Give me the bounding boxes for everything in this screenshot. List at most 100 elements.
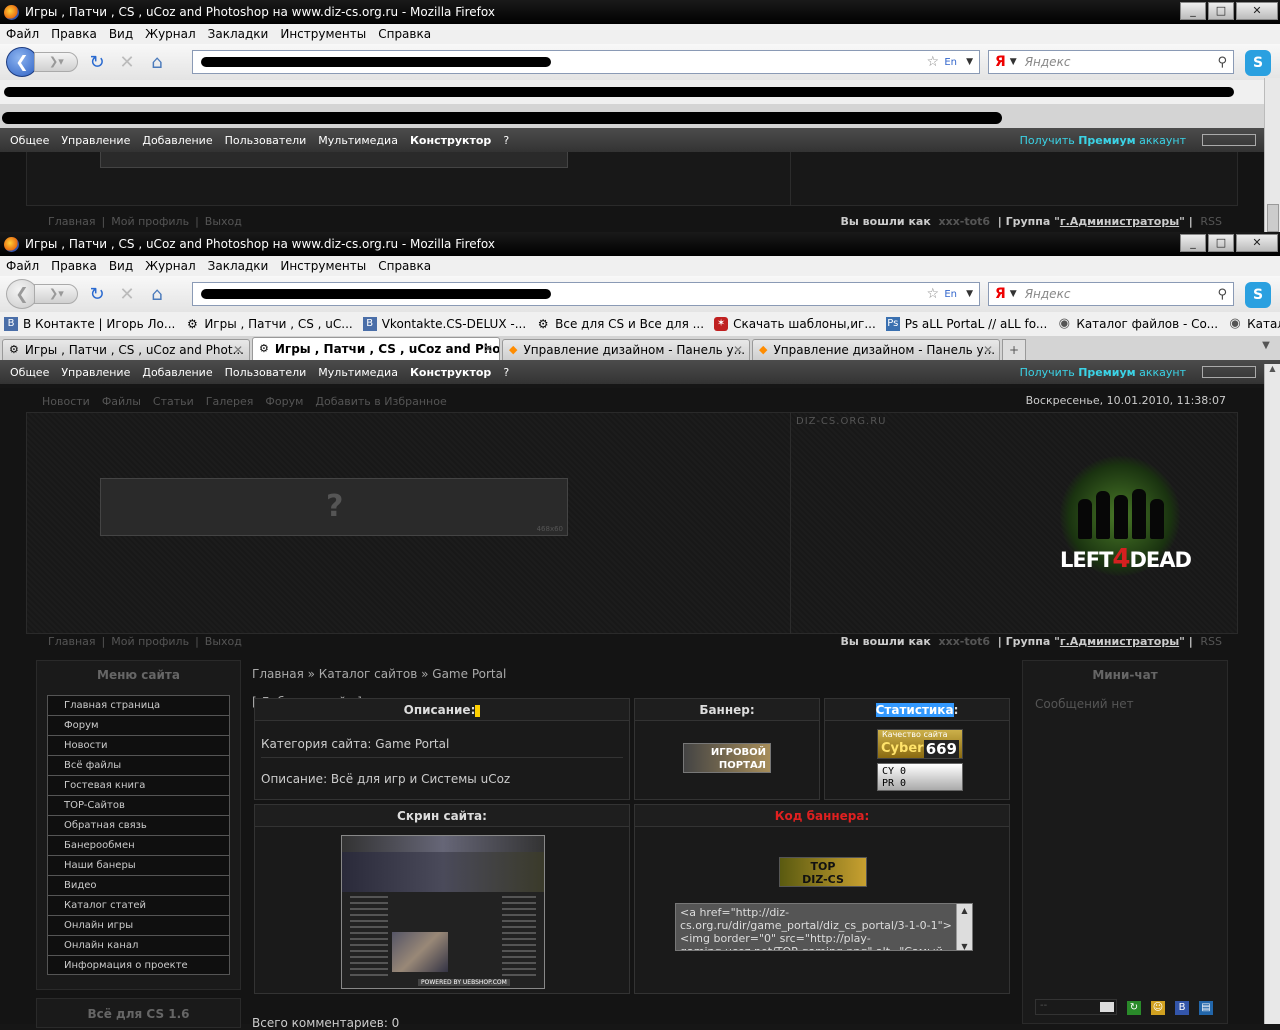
refresh-icon[interactable]: ↻ — [1127, 1001, 1141, 1015]
minimize-button[interactable]: _ — [1180, 2, 1206, 20]
admin-slider[interactable] — [1202, 366, 1256, 378]
search-engine-dropdown-icon[interactable]: ▼ — [1010, 57, 1017, 67]
search-box[interactable]: Я ▼ Яндекс ⚲ — [988, 50, 1234, 74]
banner-code-textarea[interactable]: <a href="http://diz-cs.org.ru/dir/game_p… — [675, 903, 973, 951]
minichat-select[interactable]: -- — [1035, 999, 1117, 1015]
menu-bookmarks[interactable]: Закладки — [208, 27, 269, 41]
bookmark-item[interactable]: ⚙ Игры , Патчи , CS , uC... — [185, 317, 353, 331]
skype-icon[interactable]: S — [1245, 50, 1271, 76]
menu-item[interactable]: Всё файлы — [47, 755, 230, 775]
premium-link[interactable]: Получить Премиум аккаунт — [1020, 366, 1186, 379]
menu-item[interactable]: Гостевая книга — [47, 775, 230, 795]
tab-close-icon[interactable]: ✕ — [483, 342, 493, 356]
tab-close-icon[interactable]: ✕ — [983, 343, 993, 357]
textarea-scrollbar[interactable]: ▲ ▼ — [956, 904, 972, 950]
nav-forum[interactable]: Форум — [265, 395, 303, 408]
archive-icon[interactable]: ▤ — [1199, 1001, 1213, 1015]
bookmark-item[interactable]: Ps Ps aLL PortaL // aLL fo... — [885, 317, 1047, 331]
menu-item[interactable]: Форум — [47, 715, 230, 735]
close-button[interactable]: ✕ — [1236, 234, 1278, 252]
breadcrumb[interactable]: Главная » Каталог сайтов » Game Portal — [248, 660, 1016, 688]
tab[interactable]: ◆ Управление дизайном - Панель у... ✕ — [502, 339, 750, 360]
skype-icon[interactable]: S — [1245, 282, 1271, 308]
bookmark-item[interactable]: BВ Контакте | Игорь Ло... — [4, 317, 175, 331]
site-screenshot[interactable]: POWERED BY UEBSHOP.COM — [341, 835, 545, 989]
admin-manage[interactable]: Управление — [61, 134, 130, 147]
nav-articles[interactable]: Статьи — [153, 395, 194, 408]
yandex-icon[interactable]: Я — [995, 54, 1006, 70]
menu-item[interactable]: Онлайн игры — [47, 915, 230, 935]
menu-item[interactable]: Каталог статей — [47, 895, 230, 915]
stop-icon[interactable]: ✕ — [112, 52, 142, 73]
forward-button[interactable]: ❯▾ — [34, 284, 78, 304]
bookmark-item[interactable]: ◉ Каталог файлов - Co... — [1057, 317, 1218, 332]
smiles-icon[interactable]: ☺ — [1151, 1001, 1165, 1015]
admin-multimedia[interactable]: Мультимедиа — [318, 134, 398, 147]
menu-tools[interactable]: Инструменты — [280, 259, 366, 273]
top-diz-cs-banner[interactable]: TOP DIZ-CS — [779, 857, 867, 887]
bookmark-star-icon[interactable]: ☆ — [926, 54, 939, 70]
close-button[interactable]: ✕ — [1236, 2, 1278, 20]
menu-item[interactable]: TOP-Сайтов — [47, 795, 230, 815]
search-box[interactable]: Я ▼ Яндекс ⚲ — [988, 282, 1234, 306]
login-home[interactable]: Главная — [48, 635, 96, 648]
page-scrollbar[interactable]: ▲ — [1264, 364, 1280, 1024]
reload-icon[interactable]: ↻ — [82, 284, 112, 305]
premium-link[interactable]: Получить Премиум аккаунт — [1020, 134, 1186, 147]
menu-item[interactable]: Новости — [47, 735, 230, 755]
cyber-rating-badge[interactable]: Качество сайта Cyber 669 — [877, 729, 963, 759]
tab-close-icon[interactable]: ✕ — [233, 343, 243, 357]
yandex-icon[interactable]: Я — [995, 286, 1006, 302]
reload-icon[interactable]: ↻ — [82, 52, 112, 73]
cy-pr-badge[interactable]: CY 0 PR 0 — [877, 763, 963, 791]
url-dropdown-icon[interactable]: ▼ — [966, 57, 973, 67]
menu-file[interactable]: Файл — [6, 259, 39, 273]
nav-favorites[interactable]: Добавить в Избранное — [315, 395, 446, 408]
tab-active[interactable]: ⚙ Игры , Патчи , CS , uCoz and Phot... ✕ — [252, 337, 500, 360]
admin-general[interactable]: Общее — [10, 134, 49, 147]
admin-slider[interactable] — [1202, 134, 1256, 146]
menu-history[interactable]: Журнал — [145, 27, 196, 41]
menu-item[interactable]: Информация о проекте — [47, 955, 230, 975]
admin-users[interactable]: Пользователи — [225, 134, 307, 147]
forward-button[interactable]: ❯▾ — [34, 52, 78, 72]
scroll-up-icon[interactable]: ▲ — [1265, 364, 1280, 380]
admin-help[interactable]: ? — [503, 366, 509, 379]
admin-multimedia[interactable]: Мультимедиа — [318, 366, 398, 379]
menu-file[interactable]: Файл — [6, 27, 39, 41]
search-engine-dropdown-icon[interactable]: ▼ — [1010, 289, 1017, 299]
admin-add[interactable]: Добавление — [142, 134, 212, 147]
menu-bookmarks[interactable]: Закладки — [208, 259, 269, 273]
bookmark-item[interactable]: B Vkontakte.CS-DELUX -... — [362, 317, 526, 331]
bookmark-item[interactable]: ◉Каталог файлов - Ga... — [1228, 317, 1280, 332]
menu-edit[interactable]: Правка — [51, 27, 97, 41]
admin-users[interactable]: Пользователи — [225, 366, 307, 379]
tab-list-icon[interactable]: ▼ — [1256, 340, 1276, 360]
maximize-button[interactable]: □ — [1208, 234, 1234, 252]
rss-link[interactable]: RSS — [1200, 635, 1222, 648]
menu-help[interactable]: Справка — [378, 27, 431, 41]
group-link[interactable]: г.Администраторы — [1060, 635, 1179, 648]
bookmark-item[interactable]: ✶ Скачать шаблоны,иг... — [714, 317, 876, 331]
nav-news[interactable]: Новости — [42, 395, 90, 408]
login-logout[interactable]: Выход — [205, 635, 242, 648]
menu-history[interactable]: Журнал — [145, 259, 196, 273]
menu-item[interactable]: Главная страница — [47, 695, 230, 715]
bbcode-icon[interactable]: B — [1175, 1001, 1189, 1015]
tab[interactable]: ◆ Управление дизайном - Панель у... ✕ — [752, 339, 1000, 360]
bookmark-star-icon[interactable]: ☆ — [926, 286, 939, 302]
admin-help[interactable]: ? — [503, 134, 509, 147]
admin-manage[interactable]: Управление — [61, 366, 130, 379]
new-tab-button[interactable]: + — [1002, 339, 1026, 360]
login-profile[interactable]: Мой профиль — [111, 215, 189, 228]
tab-close-icon[interactable]: ✕ — [733, 343, 743, 357]
menu-help[interactable]: Справка — [378, 259, 431, 273]
menu-view[interactable]: Вид — [109, 27, 133, 41]
menu-item[interactable]: Наши банеры — [47, 855, 230, 875]
menu-view[interactable]: Вид — [109, 259, 133, 273]
menu-item[interactable]: Обратная связь — [47, 815, 230, 835]
username-link[interactable]: xxx-tot6 — [939, 635, 991, 648]
nav-files[interactable]: Файлы — [102, 395, 141, 408]
home-icon[interactable]: ⌂ — [142, 52, 172, 73]
stop-icon[interactable]: ✕ — [112, 284, 142, 305]
